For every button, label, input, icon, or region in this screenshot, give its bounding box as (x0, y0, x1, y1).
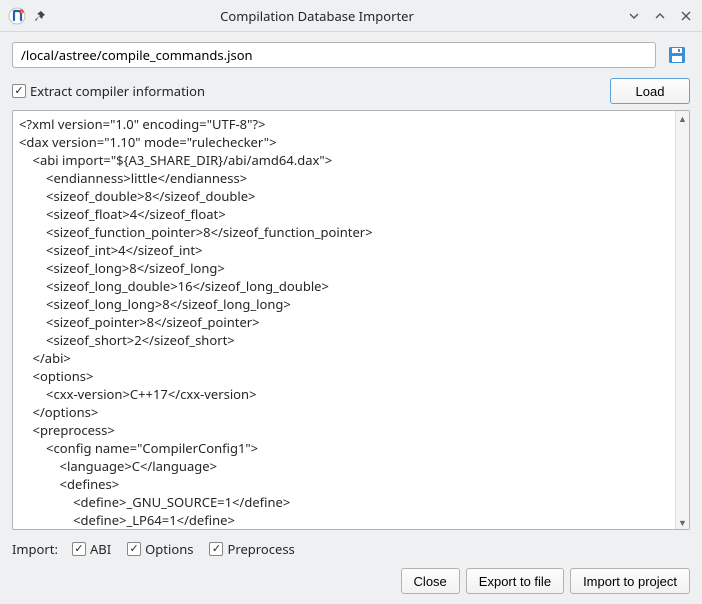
preprocess-label: Preprocess (227, 540, 294, 558)
extract-checkbox[interactable] (12, 84, 26, 98)
options-checkbox-wrap[interactable]: Options (127, 540, 193, 558)
footer-buttons: Close Export to file Import to project (12, 568, 690, 594)
import-row: Import: ABI Options Preprocess (12, 540, 690, 558)
scrollbar[interactable]: ▲ ▼ (675, 111, 689, 529)
preprocess-checkbox-wrap[interactable]: Preprocess (209, 540, 294, 558)
xml-output[interactable]: <?xml version="1.0" encoding="UTF-8"?> <… (13, 111, 675, 529)
scroll-down-icon[interactable]: ▼ (676, 515, 689, 529)
save-icon[interactable] (664, 42, 690, 68)
options-checkbox[interactable] (127, 542, 141, 556)
abi-label: ABI (90, 540, 111, 558)
options-label: Options (145, 540, 193, 558)
extract-checkbox-wrap[interactable]: Extract compiler information (12, 82, 602, 100)
import-project-button[interactable]: Import to project (570, 568, 690, 594)
close-button[interactable]: Close (401, 568, 460, 594)
window-controls (626, 8, 694, 24)
titlebar: 3 Compilation Database Importer (0, 0, 702, 32)
xml-output-box: <?xml version="1.0" encoding="UTF-8"?> <… (12, 110, 690, 530)
close-icon[interactable] (678, 8, 694, 24)
export-button[interactable]: Export to file (466, 568, 564, 594)
maximize-icon[interactable] (652, 8, 668, 24)
window-title: Compilation Database Importer (8, 7, 626, 25)
minimize-icon[interactable] (626, 8, 642, 24)
import-label: Import: (12, 540, 58, 558)
preprocess-checkbox[interactable] (209, 542, 223, 556)
scroll-up-icon[interactable]: ▲ (676, 111, 689, 125)
abi-checkbox-wrap[interactable]: ABI (72, 540, 111, 558)
abi-checkbox[interactable] (72, 542, 86, 556)
load-button[interactable]: Load (610, 78, 690, 104)
extract-label: Extract compiler information (30, 82, 205, 100)
path-input[interactable] (12, 42, 656, 68)
